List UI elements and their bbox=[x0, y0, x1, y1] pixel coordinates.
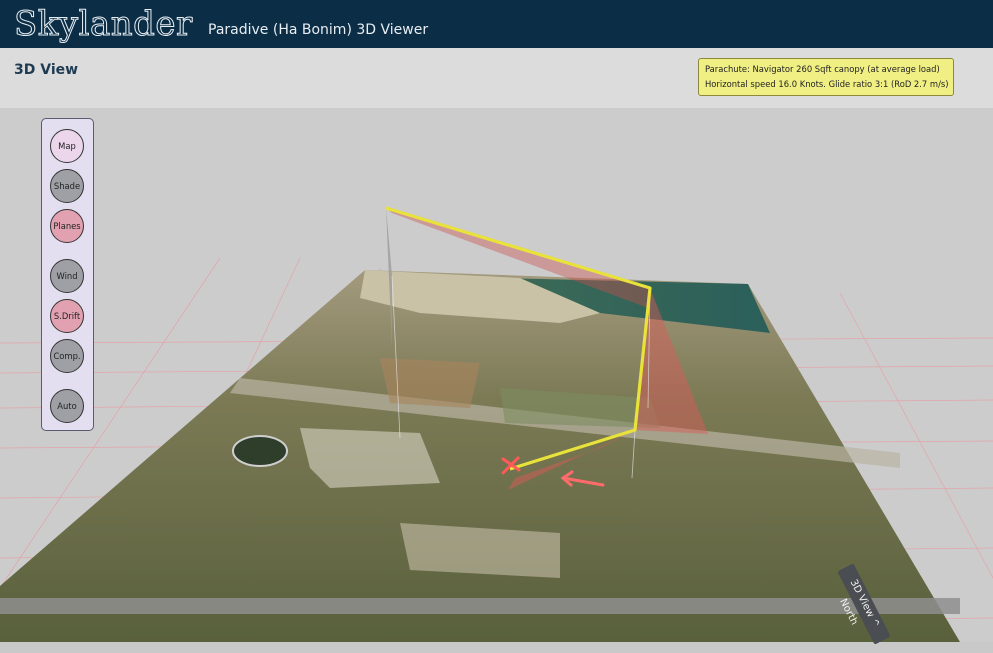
parachute-info-box: Parachute: Navigator 260 Sqft canopy (at… bbox=[698, 58, 954, 96]
app-header: Skylander Paradive (Ha Bonim) 3D Viewer bbox=[0, 0, 993, 48]
comp-toggle-button[interactable]: Comp. bbox=[50, 339, 84, 373]
map-toggle-button[interactable]: Map bbox=[50, 129, 84, 163]
view-header-bar: 3D View Parachute: Navigator 260 Sqft ca… bbox=[0, 48, 993, 108]
info-line-speed: Horizontal speed 16.0 Knots. Glide ratio… bbox=[705, 79, 949, 89]
3d-scene[interactable] bbox=[0, 108, 993, 642]
sdrift-toggle-button[interactable]: S.Drift bbox=[50, 299, 84, 333]
auto-toggle-button[interactable]: Auto bbox=[50, 389, 84, 423]
layer-toolbar: Map Shade Planes Wind S.Drift Comp. Auto bbox=[41, 118, 94, 431]
info-line-canopy: Parachute: Navigator 260 Sqft canopy (at… bbox=[705, 64, 940, 74]
view-title: 3D View bbox=[14, 62, 79, 78]
skylander-logo: Skylander bbox=[14, 4, 193, 45]
satellite-map bbox=[0, 270, 960, 642]
app-title: Paradive (Ha Bonim) 3D Viewer bbox=[208, 22, 429, 38]
3d-viewport[interactable]: 3D View ^ North bbox=[0, 108, 993, 645]
planes-toggle-button[interactable]: Planes bbox=[50, 209, 84, 243]
wind-toggle-button[interactable]: Wind bbox=[50, 259, 84, 293]
shade-toggle-button[interactable]: Shade bbox=[50, 169, 84, 203]
